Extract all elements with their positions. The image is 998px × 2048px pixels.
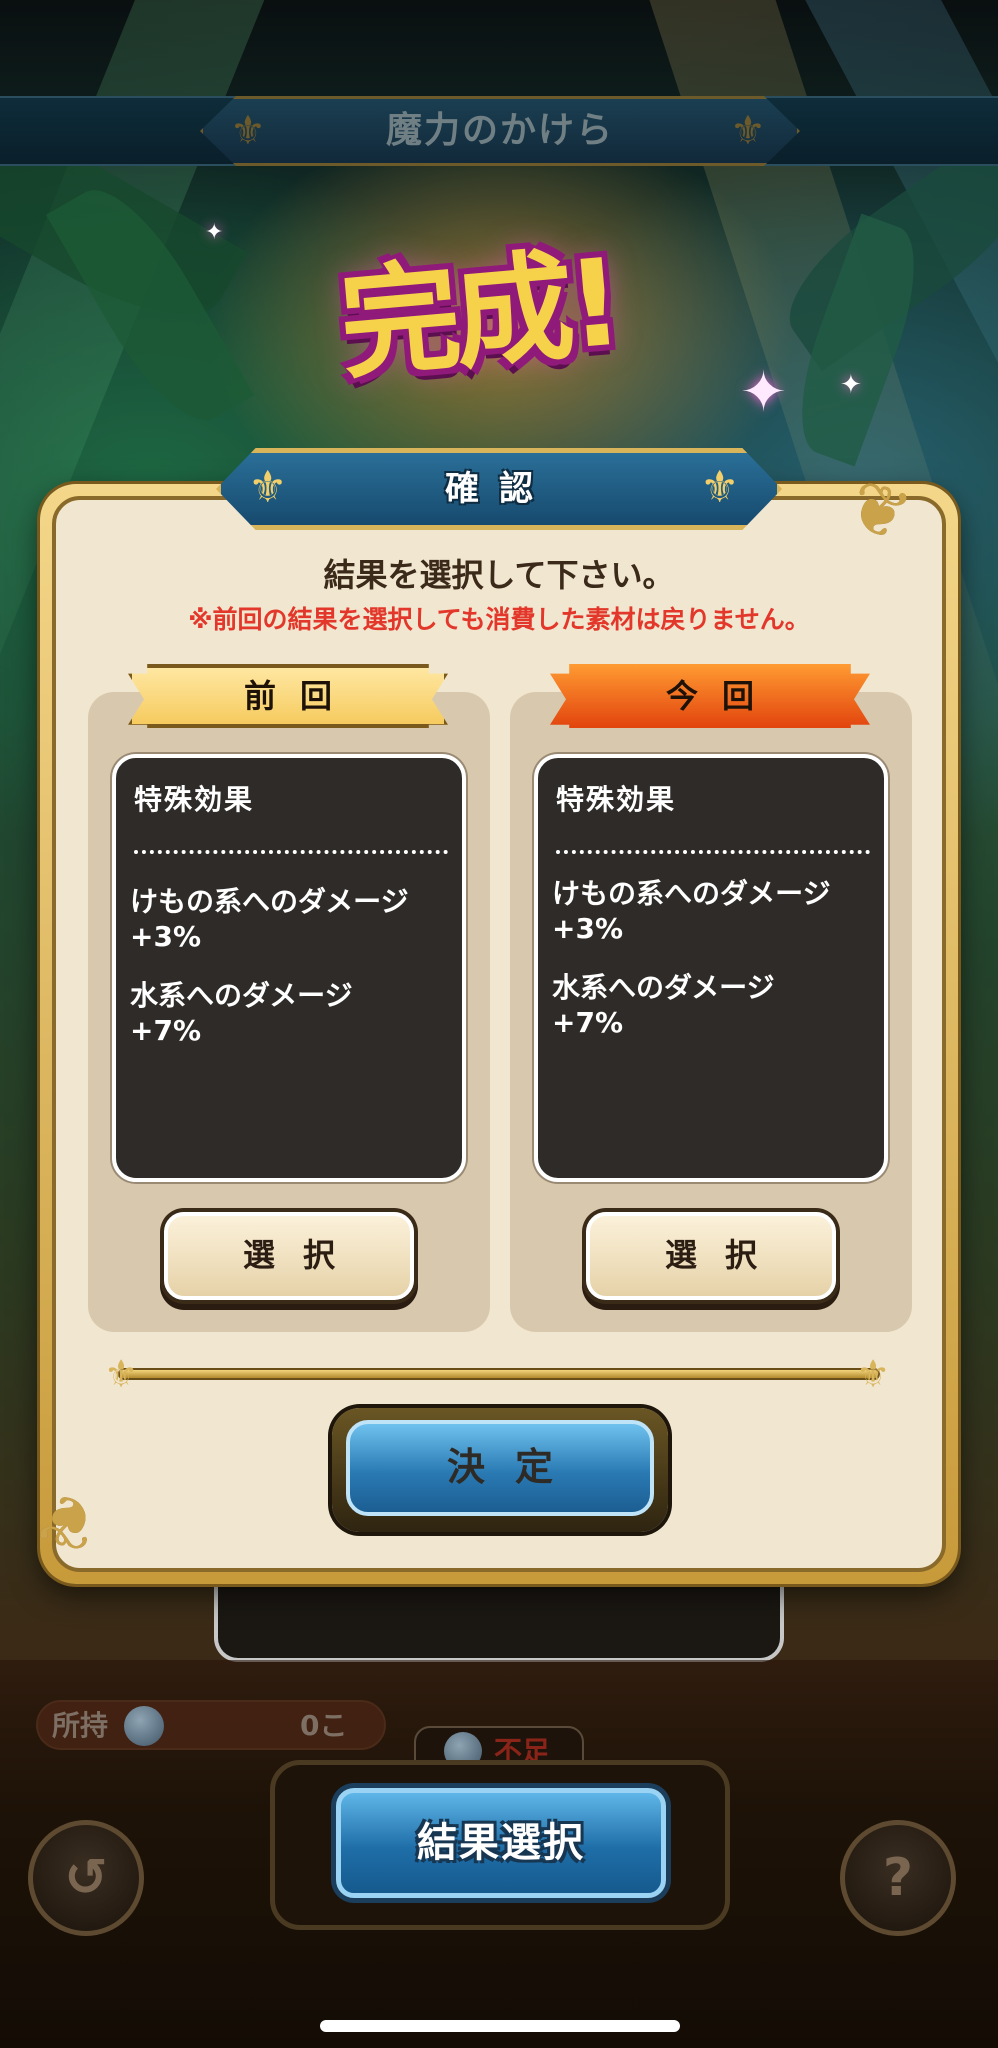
- ornamental-divider: [120, 1370, 878, 1378]
- effect-heading: 特殊効果: [134, 783, 255, 816]
- fleur-ornament-icon: ⚜: [856, 1352, 891, 1396]
- question-icon: ?: [882, 1848, 914, 1908]
- dialog-title: 確認: [445, 469, 553, 509]
- dotted-divider: [134, 850, 448, 854]
- effect-value: +3%: [552, 912, 623, 945]
- material-jar-icon: [124, 1706, 164, 1746]
- current-label: 今回: [665, 677, 778, 715]
- page-title: 魔力のかけら: [385, 110, 614, 151]
- select-current-button[interactable]: 選択: [586, 1212, 836, 1300]
- confirm-button[interactable]: 決定: [346, 1420, 654, 1516]
- effect-name: けもの系へのダメージ: [552, 877, 831, 910]
- sparkle-icon: ✦: [205, 220, 224, 245]
- help-button[interactable]: ?: [840, 1820, 956, 1936]
- back-arrow-icon: ↺: [64, 1848, 108, 1908]
- result-select-button[interactable]: 結果選択: [336, 1788, 666, 1898]
- warning-text: ※前回の結果を選択しても消費した素材は戻りません。: [188, 605, 810, 634]
- previous-label: 前回: [243, 677, 356, 715]
- previous-effect-box: 特殊効果 けもの系へのダメージ +3% 水系へのダメージ +7%: [112, 754, 466, 1182]
- effect-value: +7%: [552, 1006, 623, 1039]
- owned-label: 所持: [52, 1709, 109, 1742]
- back-button[interactable]: ↺: [28, 1820, 144, 1936]
- sparkle-icon: ✦: [740, 360, 787, 425]
- fleur-ornament-icon: ⚜: [104, 1352, 139, 1396]
- effect-value: +7%: [130, 1014, 201, 1047]
- instruction-text: 結果を選択して下さい。: [323, 556, 675, 594]
- effect-name: けもの系へのダメージ: [130, 885, 409, 918]
- current-effect-box: 特殊効果 けもの系へのダメージ +3% 水系へのダメージ +7%: [534, 754, 888, 1182]
- sparkle-icon: ✦: [840, 370, 862, 400]
- effect-name: 水系へのダメージ: [130, 979, 353, 1012]
- dotted-divider: [556, 850, 870, 854]
- select-previous-button[interactable]: 選択: [164, 1212, 414, 1300]
- effect-heading: 特殊効果: [556, 783, 677, 816]
- effect-name: 水系へのダメージ: [552, 971, 775, 1004]
- home-indicator[interactable]: [320, 2020, 680, 2032]
- owned-count: 0こ: [300, 1709, 348, 1742]
- effect-value: +3%: [130, 920, 201, 953]
